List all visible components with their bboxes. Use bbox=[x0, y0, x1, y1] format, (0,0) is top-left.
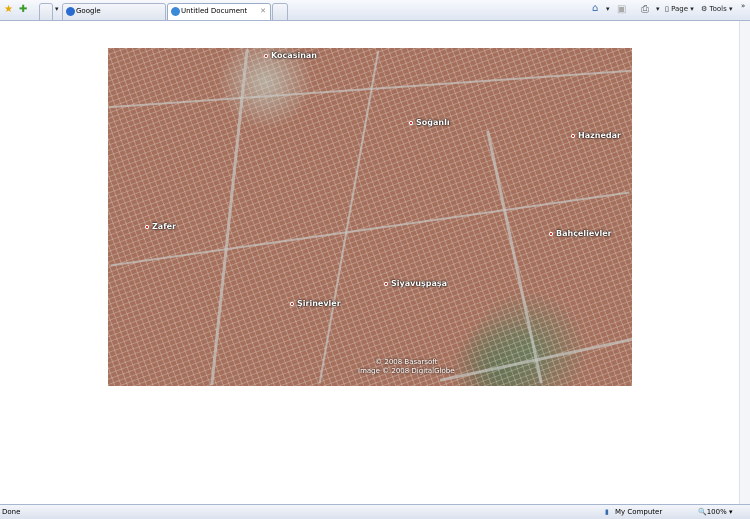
vertical-scrollbar[interactable] bbox=[739, 21, 750, 504]
zoom-level[interactable]: 🔍100% ▾ bbox=[698, 505, 732, 519]
status-text: Done bbox=[2, 508, 21, 516]
tab-list-dropdown-icon[interactable]: ▾ bbox=[55, 5, 59, 13]
place-label: Şirinevler bbox=[290, 299, 341, 308]
tab-untitled-document[interactable]: Untitled Document ✕ bbox=[167, 3, 271, 20]
computer-icon: ▮ bbox=[605, 508, 609, 516]
place-label: Zafer bbox=[145, 222, 176, 231]
place-label: Bahçelievler bbox=[549, 229, 612, 238]
new-tab-button[interactable] bbox=[272, 3, 288, 20]
google-favicon-icon bbox=[66, 7, 75, 16]
feeds-icon[interactable]: ▣ bbox=[617, 4, 626, 16]
tab-google[interactable]: Google bbox=[62, 3, 166, 20]
place-label: Kocasinan bbox=[264, 51, 317, 60]
quick-tabs-button[interactable] bbox=[39, 3, 53, 20]
favorites-star-icon[interactable]: ★ bbox=[4, 4, 13, 16]
map-copyright: © 2008 Basarsoft Image © 2008 DigitalGlo… bbox=[358, 358, 455, 375]
status-bar: Done ▮ My Computer 🔍100% ▾ bbox=[0, 504, 750, 519]
ie-favicon-icon bbox=[171, 7, 180, 16]
tools-menu[interactable]: ⚙ Tools ▾ bbox=[701, 5, 733, 13]
add-favorite-icon[interactable]: ✚ bbox=[19, 4, 27, 16]
browser-toolbar: ★ ✚ ▾ Google Untitled Document ✕ ⌂ ▾ ▣ ⎙… bbox=[0, 0, 750, 21]
security-zone: My Computer bbox=[615, 508, 663, 516]
place-label: Soğanlı bbox=[409, 118, 450, 127]
more-chevron[interactable]: » bbox=[741, 2, 745, 10]
home-icon[interactable]: ⌂ bbox=[592, 3, 598, 15]
satellite-map[interactable]: Kocasinan Soğanlı Haznedar Zafer Bahçeli… bbox=[108, 48, 632, 386]
place-label: Haznedar bbox=[571, 131, 621, 140]
print-icon[interactable]: ⎙ bbox=[641, 4, 649, 16]
page-menu[interactable]: ▯ Page ▾ bbox=[665, 5, 694, 13]
place-label: Siyavuşpaşa bbox=[384, 279, 447, 288]
print-dropdown-icon[interactable]: ▾ bbox=[656, 5, 660, 13]
close-tab-icon[interactable]: ✕ bbox=[260, 4, 266, 19]
home-dropdown-icon[interactable]: ▾ bbox=[606, 5, 610, 13]
